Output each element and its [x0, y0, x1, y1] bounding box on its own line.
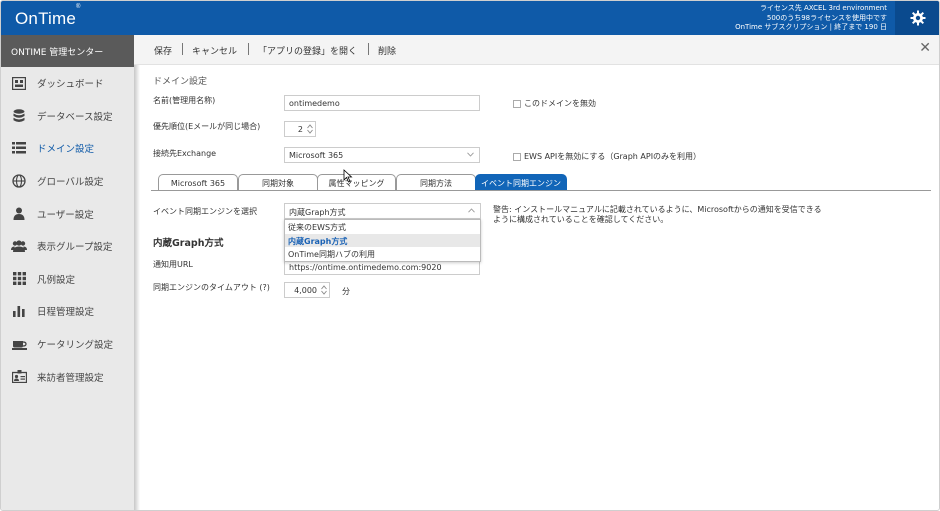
timeout-value: 4,000 — [294, 286, 317, 295]
name-input[interactable]: ontimedemo — [284, 95, 480, 111]
priority-value: 2 — [297, 125, 303, 134]
chart-icon — [11, 304, 27, 318]
stepper-arrows-icon[interactable] — [321, 285, 327, 295]
mouse-cursor-icon — [343, 169, 353, 183]
sidebar-item-label: グローバル設定 — [37, 177, 104, 189]
cancel-button[interactable]: キャンセル — [192, 44, 237, 57]
tab-microsoft365[interactable]: Microsoft 365 — [158, 174, 238, 191]
exchange-label: 接続先Exchange — [153, 149, 217, 158]
exchange-select[interactable]: Microsoft 365 — [284, 147, 480, 163]
checkbox-box[interactable] — [513, 99, 521, 108]
sidebar-item-catering[interactable]: ケータリング設定 — [1, 328, 134, 361]
open-app-registration-button[interactable]: 「アプリの登録」を開く — [258, 44, 357, 57]
legend-icon — [11, 272, 27, 286]
gear-icon — [910, 10, 926, 26]
graph-section-title: 内蔵Graph方式 — [153, 238, 224, 249]
sidebar-header: ONTIME 管理センター — [1, 35, 134, 67]
sidebar-item-user[interactable]: ユーザー設定 — [1, 197, 134, 230]
sidebar-item-label: 凡例設定 — [37, 274, 76, 286]
warning-text: 警告: インストールマニュアルに記載されているように、Microsoftからの通… — [493, 205, 822, 224]
license-line: ライセンス先 AXCEL 3rd environment — [759, 4, 887, 12]
sidebar-item-label: ケータリング設定 — [37, 340, 114, 352]
sidebar-item-schedule[interactable]: 日程管理設定 — [1, 295, 134, 328]
timeout-label: 同期エンジンのタイムアウト (?) — [153, 283, 270, 292]
user-icon — [11, 207, 27, 221]
sidebar-item-label: 日程管理設定 — [37, 307, 95, 319]
timeout-stepper[interactable]: 4,000 — [284, 282, 330, 298]
sidebar-item-group[interactable]: 表示グループ設定 — [1, 230, 134, 263]
sidebar-item-domain[interactable]: ドメイン設定 — [1, 132, 134, 165]
name-label: 名前(管理用名称) — [153, 96, 216, 105]
license-info: ライセンス先 AXCEL 3rd environment 500のうち98ライセ… — [735, 4, 887, 33]
app-window: OnTime® ライセンス先 AXCEL 3rd environment 500… — [0, 0, 940, 511]
license-line: OnTime サブスクリプション | 終了まで 190 日 — [735, 23, 887, 31]
priority-stepper[interactable]: 2 — [284, 121, 316, 137]
engine-select-label: イベント同期エンジンを選択 — [153, 207, 257, 216]
delete-button[interactable]: 削除 — [378, 44, 396, 57]
disable-domain-label: このドメインを無効 — [524, 99, 596, 108]
ontime-logo: OnTime® — [15, 4, 81, 28]
engine-select[interactable]: 内蔵Graph方式 — [284, 203, 481, 219]
domain-icon — [11, 141, 27, 155]
section-title: ドメイン設定 — [153, 77, 208, 87]
sidebar-item-label: 来訪者管理設定 — [37, 372, 104, 384]
sidebar-item-label: 表示グループ設定 — [37, 242, 113, 254]
sidebar-item-legend[interactable]: 凡例設定 — [1, 263, 134, 296]
save-button[interactable]: 保存 — [154, 44, 172, 57]
dashboard-icon — [11, 76, 27, 90]
group-icon — [11, 239, 27, 253]
sidebar-item-dashboard[interactable]: ダッシュボード — [1, 67, 134, 100]
tab-sync-method[interactable]: 同期方法 — [396, 174, 476, 191]
exchange-value: Microsoft 365 — [289, 151, 344, 160]
timeout-unit: 分 — [342, 287, 350, 296]
sidebar-item-label: ユーザー設定 — [37, 209, 94, 221]
sidebar-item-global[interactable]: グローバル設定 — [1, 165, 134, 198]
tab-sync-target[interactable]: 同期対象 — [238, 174, 318, 191]
sidebar-item-label: ダッシュボード — [37, 79, 104, 91]
sidebar: ONTIME 管理センター ダッシュボード データベース設定 ドメイン設定 グロ… — [1, 35, 134, 510]
stepper-arrows-icon[interactable] — [307, 124, 313, 134]
catering-icon — [11, 337, 27, 351]
sidebar-item-database[interactable]: データベース設定 — [1, 100, 134, 133]
priority-label: 優先順位(Eメールが同じ場合) — [153, 122, 261, 131]
ews-disable-label: EWS APIを無効にする（Graph APIのみを利用） — [524, 152, 702, 161]
toolbar-divider — [182, 43, 183, 55]
sidebar-item-visitor[interactable]: 来訪者管理設定 — [1, 360, 134, 393]
settings-button[interactable] — [895, 1, 939, 35]
dropdown-option-sync-hub[interactable]: OnTime同期ハブの利用 — [285, 247, 480, 261]
engine-select-value: 内蔵Graph方式 — [289, 208, 346, 217]
chevron-down-icon — [467, 152, 474, 157]
sidebar-item-label: データベース設定 — [37, 111, 113, 123]
tabs-divider — [151, 190, 931, 191]
notify-url-label: 通知用URL — [153, 260, 193, 269]
sidebar-item-label: ドメイン設定 — [37, 144, 95, 156]
globe-icon — [11, 174, 27, 188]
top-bar: OnTime® ライセンス先 AXCEL 3rd environment 500… — [1, 1, 939, 35]
checkbox-box[interactable] — [513, 152, 521, 161]
engine-dropdown-list[interactable]: 従来のEWS方式 内蔵Graph方式 OnTime同期ハブの利用 — [284, 219, 481, 262]
dropdown-option-graph[interactable]: 内蔵Graph方式 — [285, 233, 480, 248]
ews-disable-checkbox[interactable]: EWS APIを無効にする（Graph APIのみを利用） — [513, 151, 701, 162]
tab-event-sync-engine[interactable]: イベント同期エンジン — [475, 174, 567, 191]
visitor-icon — [11, 370, 27, 384]
database-icon — [11, 109, 27, 123]
license-line: 500のうち98ライセンスを使用中です — [766, 13, 887, 22]
sidebar-shadow — [134, 35, 140, 510]
disable-domain-checkbox[interactable]: このドメインを無効 — [513, 98, 596, 109]
close-icon[interactable]: ✕ — [919, 40, 931, 56]
toolbar-divider — [368, 43, 369, 55]
chevron-up-icon — [468, 208, 475, 213]
toolbar-divider — [248, 43, 249, 55]
dropdown-option-ews[interactable]: 従来のEWS方式 — [285, 220, 480, 234]
tab-attribute-mapping[interactable]: 属性マッピング — [317, 174, 396, 191]
toolbar: 保存 キャンセル 「アプリの登録」を開く 削除 ✕ — [134, 35, 939, 65]
